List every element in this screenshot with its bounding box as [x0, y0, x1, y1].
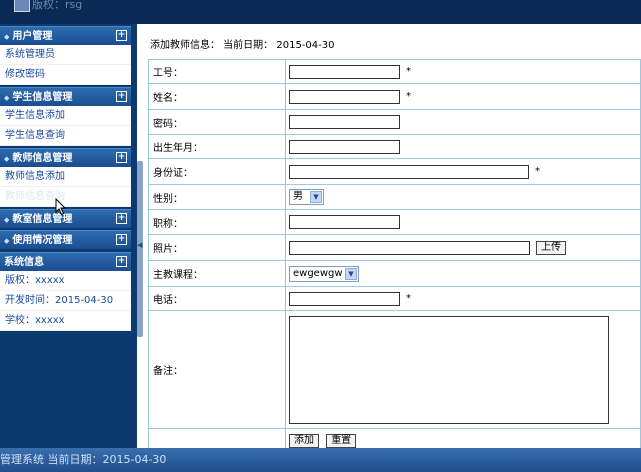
section-title: 用户管理	[12, 31, 53, 42]
expand-plus-icon[interactable]: +	[116, 234, 127, 245]
field-label: 出生年月：	[148, 134, 286, 159]
sidebar-section-user-management[interactable]: ◆ 用户管理 +	[0, 26, 131, 45]
form-row-remark: 备注：	[148, 310, 641, 429]
chevron-down-icon[interactable]: ▼	[345, 267, 357, 280]
password-input[interactable]	[289, 115, 400, 129]
collapse-arrow-icon[interactable]: ◀	[137, 241, 142, 249]
title-input[interactable]	[289, 215, 400, 229]
chevron-down-icon[interactable]: ▼	[310, 191, 322, 203]
field-label: 密码：	[148, 109, 286, 135]
phone-input[interactable]	[289, 291, 400, 306]
field-label: 职称：	[148, 209, 286, 235]
form-row-actions: 添加 重置	[148, 428, 641, 449]
form-row-mima: 密码：	[148, 109, 641, 135]
upload-button[interactable]: 上传	[536, 240, 566, 255]
required-mark: *	[406, 66, 411, 77]
name-input[interactable]	[289, 89, 400, 104]
course-select[interactable]: ewgewgw ▼	[289, 265, 359, 282]
mouse-cursor-icon	[55, 198, 67, 216]
field-label: 姓名：	[148, 83, 286, 110]
section-title: 教师信息管理	[12, 153, 73, 164]
form-row-birth: 出生年月：	[148, 134, 641, 159]
expand-plus-icon[interactable]: +	[116, 91, 127, 102]
field-label: 性别：	[148, 184, 286, 210]
expand-plus-icon[interactable]: +	[116, 30, 127, 41]
field-label: 电话：	[148, 286, 286, 311]
field-label: 备注：	[148, 310, 286, 429]
birth-input[interactable]	[289, 139, 400, 154]
arrow-icon: ◆	[4, 237, 10, 245]
field-label: 照片：	[148, 234, 286, 261]
top-header: 版权：rsg	[0, 0, 641, 24]
idcard-input[interactable]	[289, 164, 529, 179]
sidebar-item-change-password[interactable]: 修改密码	[0, 65, 131, 85]
sysinfo-dev-date: 开发时间：2015-04-30	[0, 291, 131, 311]
sidebar-item-student-query[interactable]: 学生信息查询	[0, 126, 131, 146]
sidebar-item-teacher-add[interactable]: 教师信息添加	[0, 167, 131, 187]
remark-textarea[interactable]	[289, 315, 609, 424]
field-label: 主教课程：	[148, 260, 286, 287]
form-row-idcard: 身份证： *	[148, 158, 641, 185]
form-row-gonghao: 工号： *	[148, 59, 641, 84]
course-value: ewgewgw	[293, 267, 343, 279]
expand-plus-icon[interactable]: +	[116, 213, 127, 224]
sidebar-section-usage-management[interactable]: ◆ 使用情况管理 +	[0, 230, 131, 249]
arrow-icon: ◆	[4, 216, 10, 224]
photo-path-input[interactable]	[289, 240, 530, 255]
section-title: 使用情况管理	[12, 235, 73, 246]
section-title: 学生信息管理	[12, 92, 73, 103]
required-mark: *	[406, 91, 411, 102]
sidebar-item-student-add[interactable]: 学生信息添加	[0, 106, 131, 126]
form-row-course: 主教课程： ewgewgw ▼	[148, 260, 641, 287]
section-title: 系统信息	[4, 257, 44, 268]
sysinfo-copyright: 版权：xxxxx	[0, 271, 131, 291]
form-row-title: 职称：	[148, 209, 641, 235]
add-button[interactable]: 添加	[289, 434, 319, 448]
header-rights: 版权：rsg	[32, 0, 83, 11]
arrow-icon: ◆	[4, 33, 10, 41]
form-row-gender: 性别： 男 ▼	[148, 184, 641, 210]
gender-select[interactable]: 男 ▼	[289, 189, 324, 205]
app-logo-icon	[14, 0, 30, 12]
sidebar-item-system-admin[interactable]: 系统管理员	[0, 45, 131, 65]
field-label: 工号：	[148, 59, 286, 84]
gonghao-input[interactable]	[289, 64, 400, 79]
field-label: 身份证：	[148, 158, 286, 185]
sysinfo-school: 学校：xxxxx	[0, 311, 131, 331]
main-content: 添加教师信息： 当前日期： 2015-04-30 工号： * 姓名： * 密码：…	[148, 24, 641, 449]
sidebar-section-student-management[interactable]: ◆ 学生信息管理 +	[0, 87, 131, 106]
form-row-xingming: 姓名： *	[148, 83, 641, 110]
required-mark: *	[406, 293, 411, 304]
sidebar-section-system-info[interactable]: 系统信息 +	[0, 252, 131, 271]
sidebar-section-teacher-management[interactable]: ◆ 教师信息管理 +	[0, 148, 131, 167]
expand-plus-icon[interactable]: +	[116, 152, 127, 163]
reset-button[interactable]: 重置	[326, 434, 357, 448]
expand-plus-icon[interactable]: +	[116, 256, 127, 267]
sidebar: ◆ 用户管理 + 系统管理员 修改密码 ◆ 学生信息管理 + 学生信息添加 学生信息…	[0, 26, 131, 331]
teacher-form: 工号： * 姓名： * 密码： 出生年月： 身份证： * 性别： 男 ▼ 职称： …	[148, 59, 641, 449]
arrow-icon: ◆	[4, 94, 10, 102]
form-row-photo: 照片： 上传	[148, 234, 641, 261]
form-row-phone: 电话： *	[148, 286, 641, 311]
required-mark: *	[535, 166, 540, 177]
status-bar: 管理系统 当前日期：2015-04-30	[0, 448, 641, 472]
arrow-icon: ◆	[4, 155, 10, 163]
gender-value: 男	[293, 191, 303, 202]
breadcrumb: 添加教师信息： 当前日期： 2015-04-30	[150, 40, 335, 51]
sidebar-splitter[interactable]: ◀	[137, 161, 143, 337]
